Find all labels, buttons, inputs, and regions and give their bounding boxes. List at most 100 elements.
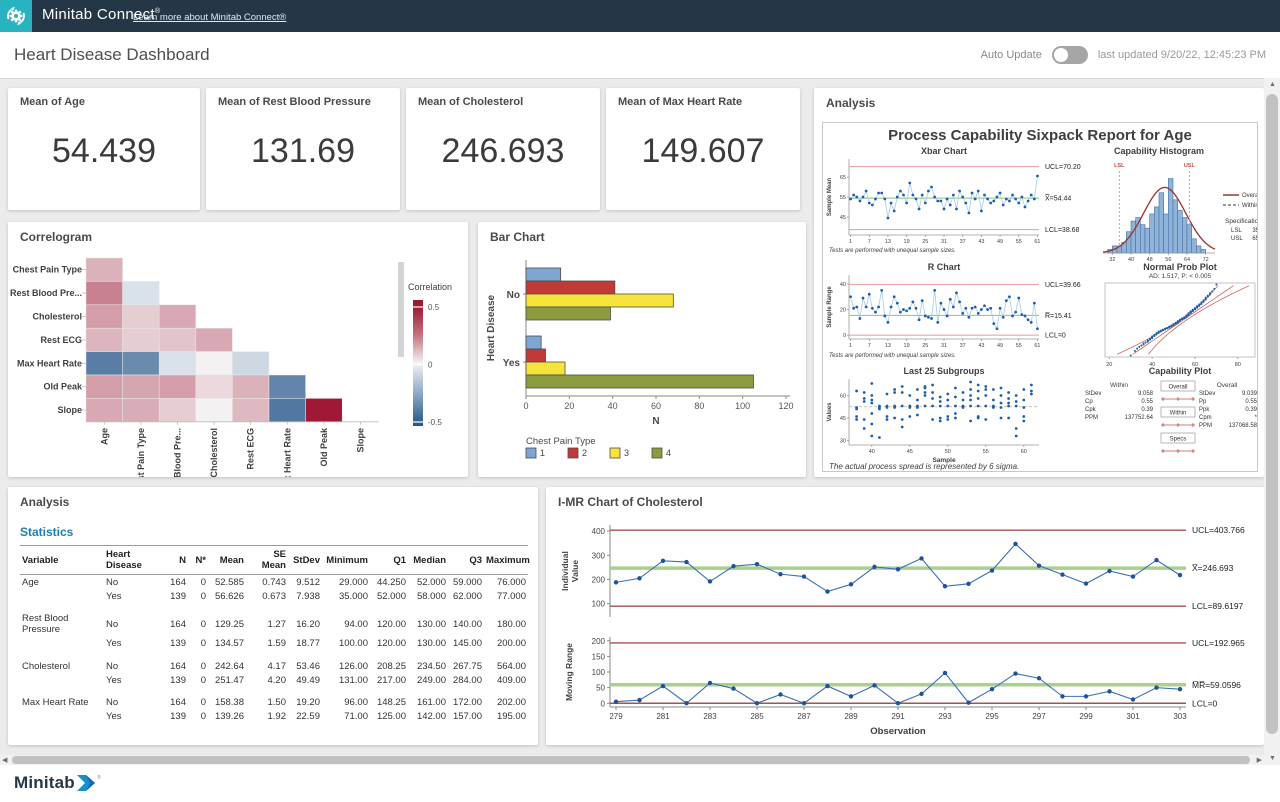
stats-cell: 140.00 [448, 603, 484, 637]
stats-cell: Cholesterol [20, 651, 104, 674]
stats-cell: 77.000 [484, 589, 528, 603]
stats-cell: 44.250 [370, 575, 408, 590]
last-updated-text: last updated 9/20/22, 12:45:23 PM [1098, 49, 1266, 61]
stats-cell: 0 [188, 589, 208, 603]
stats-cell: 120.00 [370, 637, 408, 651]
svg-text:55: 55 [1016, 343, 1022, 349]
svg-text:25: 25 [922, 343, 928, 349]
svg-text:289: 289 [844, 712, 858, 721]
stats-cell: No [104, 687, 164, 710]
vertical-scrollbar[interactable]: ▲ ▼ [1264, 78, 1280, 765]
svg-text:55: 55 [840, 195, 846, 201]
stats-cell: 58.000 [408, 589, 448, 603]
toggle-knob [1054, 48, 1068, 62]
svg-text:60: 60 [1021, 449, 1027, 455]
svg-text:The actual process spread is r: The actual process spread is represented… [829, 462, 1019, 471]
stats-cell: 208.25 [370, 651, 408, 674]
svg-text:61: 61 [1034, 343, 1040, 349]
kpi-title: Mean of Rest Blood Pressure [218, 96, 371, 108]
scroll-right-arrow[interactable]: ▶ [1257, 756, 1262, 764]
svg-text:Overall: Overall [1168, 385, 1187, 391]
stats-cell: 131.00 [322, 673, 370, 687]
svg-text:100: 100 [592, 668, 606, 677]
svg-text:Cp: Cp [1085, 399, 1093, 405]
sixpack-title: Process Capability Sixpack Report for Ag… [823, 123, 1257, 145]
svg-text:400: 400 [592, 527, 606, 536]
svg-text:9.039: 9.039 [1242, 391, 1257, 397]
stats-cell: 564.00 [484, 651, 528, 674]
svg-text:60: 60 [651, 401, 661, 411]
vertical-scroll-thumb[interactable] [1266, 94, 1278, 734]
svg-text:50: 50 [945, 449, 951, 455]
stats-cell: 164 [164, 651, 188, 674]
svg-text:0: 0 [523, 401, 528, 411]
stats-col-header: Variable [20, 546, 104, 575]
svg-text:7: 7 [868, 343, 871, 349]
stats-cell: 29.000 [322, 575, 370, 590]
stats-cell: 139 [164, 637, 188, 651]
svg-text:Rest Blood Pre...: Rest Blood Pre... [10, 288, 82, 298]
analysis-sixpack-panel: Analysis Process Capability Sixpack Repo… [814, 88, 1264, 477]
svg-text:49: 49 [997, 343, 1003, 349]
stats-cell: No [104, 651, 164, 674]
svg-text:AD: 1.517, P: < 0.005: AD: 1.517, P: < 0.005 [1149, 273, 1212, 280]
stats-cell: 200.00 [484, 637, 528, 651]
svg-text:Cholesterol: Cholesterol [209, 428, 219, 477]
svg-text:3: 3 [624, 448, 629, 458]
stats-cell: 202.00 [484, 687, 528, 710]
svg-text:25: 25 [922, 239, 928, 245]
svg-text:150: 150 [592, 652, 606, 661]
sixpack-report: Process Capability Sixpack Report for Ag… [822, 122, 1258, 472]
stats-cell: 157.00 [448, 710, 484, 724]
horizontal-scrollbar[interactable]: ◀ ▶ [0, 755, 1264, 765]
svg-text:40: 40 [869, 449, 875, 455]
auto-update-toggle[interactable] [1052, 46, 1088, 64]
stats-cell: 134.57 [208, 637, 246, 651]
stats-col-header: SE Mean [246, 546, 288, 575]
svg-text:20: 20 [1106, 362, 1112, 368]
svg-text:N: N [652, 416, 659, 427]
scroll-up-arrow[interactable]: ▲ [1269, 81, 1276, 88]
stats-cell: 4.17 [246, 651, 288, 674]
svg-text:Individual: Individual [560, 551, 570, 591]
stats-cell: 0 [188, 710, 208, 724]
stats-cell: 139.26 [208, 710, 246, 724]
svg-text:Max Heart Rate: Max Heart Rate [17, 358, 82, 368]
svg-text:31: 31 [941, 239, 947, 245]
svg-text:49: 49 [997, 239, 1003, 245]
page-title: Heart Disease Dashboard [14, 45, 210, 65]
stats-cell: 1.92 [246, 710, 288, 724]
stats-cell: 16.20 [288, 603, 322, 637]
svg-text:1: 1 [849, 343, 852, 349]
stats-cell: 100.00 [322, 637, 370, 651]
learn-more-link[interactable]: Learn more about Minitab Connect® [133, 12, 286, 23]
svg-text:Cpm: Cpm [1199, 415, 1212, 421]
svg-text:45: 45 [840, 215, 846, 221]
svg-text:Overall: Overall [1217, 382, 1238, 389]
svg-text:35: 35 [1252, 228, 1257, 234]
svg-text:Normal Prob Plot: Normal Prob Plot [1143, 262, 1217, 272]
kpi-value: 54.439 [8, 132, 200, 171]
svg-text:0.55: 0.55 [1245, 399, 1257, 405]
stats-cell: 164 [164, 687, 188, 710]
scroll-down-arrow[interactable]: ▼ [1269, 755, 1276, 762]
svg-text:Rest Blood Pre...: Rest Blood Pre... [173, 428, 183, 477]
scroll-left-arrow[interactable]: ◀ [2, 756, 7, 764]
stats-cell: 94.00 [322, 603, 370, 637]
stats-cell: 56.626 [208, 589, 246, 603]
minitab-footer-logo: Minitab [14, 773, 75, 793]
svg-text:20: 20 [840, 308, 846, 314]
svg-text:X̿=54.44: X̿=54.44 [1044, 194, 1071, 203]
horizontal-scroll-thumb[interactable] [12, 756, 1250, 764]
stats-cell: 18.77 [288, 637, 322, 651]
table-row: Yes1390139.261.9222.5971.00125.00142.001… [20, 710, 528, 724]
svg-text:UCL=70.20: UCL=70.20 [1045, 164, 1081, 171]
stats-cell: 0 [188, 603, 208, 637]
panel-title: I-MR Chart of Cholesterol [558, 495, 703, 509]
svg-text:Tests are performed with unequ: Tests are performed with unequal sample … [829, 353, 956, 359]
stats-col-header: N [164, 546, 188, 575]
svg-text:LCL=0: LCL=0 [1045, 333, 1066, 340]
svg-text:303: 303 [1173, 712, 1187, 721]
svg-text:Within: Within [1110, 382, 1128, 389]
svg-text:LSL: LSL [1114, 163, 1125, 169]
